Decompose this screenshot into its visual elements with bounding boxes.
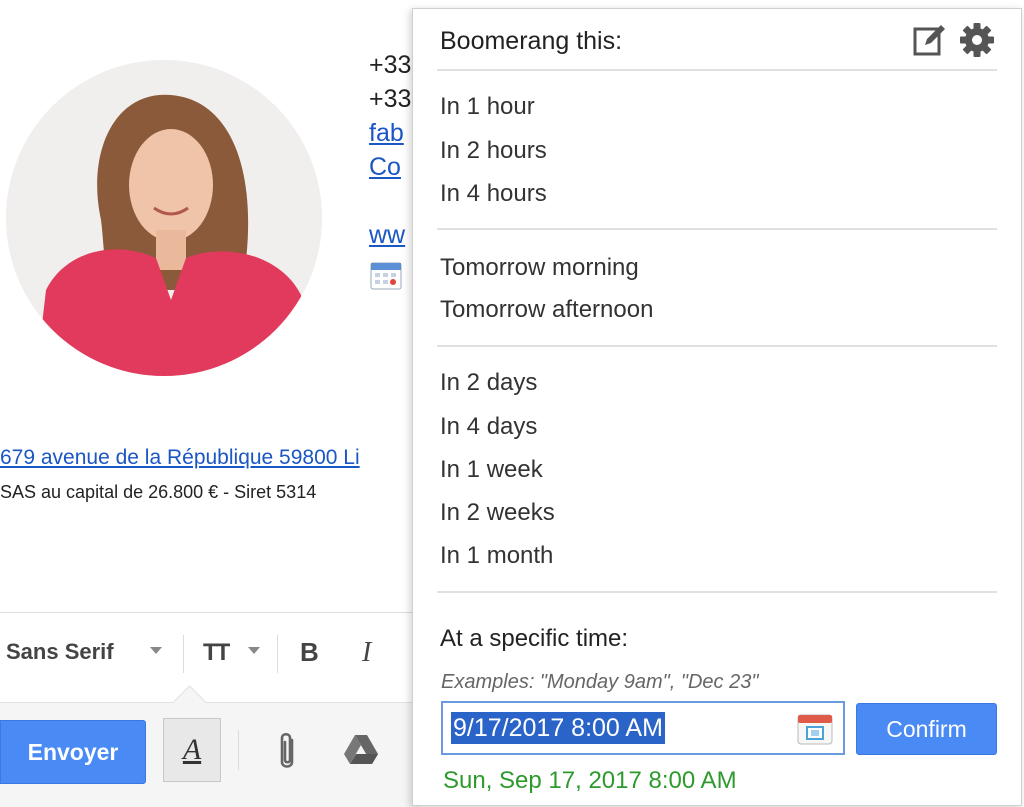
option-tomorrow-afternoon[interactable]: Tomorrow afternoon	[440, 296, 653, 324]
divider	[437, 591, 997, 593]
phone-line-2: +33	[369, 85, 412, 113]
formatting-toggle-button[interactable]: A	[163, 718, 221, 782]
boomerang-popup: Boomerang this: In 1 hour In 2 hours In …	[412, 8, 1022, 806]
website-link[interactable]: ww	[369, 218, 411, 252]
send-button[interactable]: Envoyer	[0, 720, 146, 784]
divider	[437, 228, 997, 230]
option-in-2-days[interactable]: In 2 days	[440, 369, 537, 397]
chevron-down-icon	[150, 647, 162, 654]
email-link[interactable]: fab	[369, 116, 411, 150]
phone-line-1: +33	[369, 51, 412, 79]
signature-contact: +33 +33 fab Co ww	[369, 48, 411, 252]
confirm-button[interactable]: Confirm	[856, 703, 997, 755]
option-tomorrow-morning[interactable]: Tomorrow morning	[440, 254, 639, 282]
toolbar-divider	[183, 635, 184, 673]
datetime-input[interactable]: 9/17/2017 8:00 AM	[441, 701, 845, 755]
divider	[437, 69, 997, 71]
chevron-down-icon	[248, 647, 260, 654]
option-in-1-month[interactable]: In 1 month	[440, 542, 553, 570]
calendar-icon[interactable]	[797, 713, 833, 745]
option-in-4-hours[interactable]: In 4 hours	[440, 180, 547, 208]
legal-text: SAS au capital de 26.800 € - Siret 5314	[0, 482, 317, 502]
calendar-icon[interactable]	[370, 262, 402, 290]
edit-icon[interactable]	[913, 23, 947, 57]
popup-title: Boomerang this:	[440, 27, 623, 55]
parsed-date-preview: Sun, Sep 17, 2017 8:00 AM	[443, 767, 737, 794]
format-toolbar: Sans Serif TT B I	[0, 612, 420, 693]
action-divider	[238, 730, 239, 770]
paperclip-icon[interactable]	[274, 730, 300, 774]
signature-photo	[6, 60, 322, 376]
option-in-1-week[interactable]: In 1 week	[440, 456, 543, 484]
bold-button[interactable]: B	[300, 637, 319, 668]
option-in-2-hours[interactable]: In 2 hours	[440, 137, 547, 165]
divider	[437, 345, 997, 347]
specific-time-label: At a specific time:	[440, 625, 629, 652]
font-size-icon[interactable]: TT	[203, 639, 230, 667]
address-link[interactable]: 679 avenue de la République 59800 Li	[0, 446, 360, 470]
option-in-4-days[interactable]: In 4 days	[440, 413, 537, 441]
option-in-2-weeks[interactable]: In 2 weeks	[440, 499, 555, 527]
company-link[interactable]: Co	[369, 150, 411, 184]
datetime-value[interactable]: 9/17/2017 8:00 AM	[451, 712, 665, 744]
toolbar-divider	[277, 635, 278, 673]
option-in-1-hour[interactable]: In 1 hour	[440, 93, 535, 121]
font-family-select[interactable]: Sans Serif	[6, 639, 114, 665]
drive-icon[interactable]	[343, 734, 379, 766]
italic-button[interactable]: I	[362, 637, 371, 669]
examples-hint: Examples: "Monday 9am", "Dec 23"	[441, 671, 759, 693]
gear-icon[interactable]	[960, 23, 994, 57]
